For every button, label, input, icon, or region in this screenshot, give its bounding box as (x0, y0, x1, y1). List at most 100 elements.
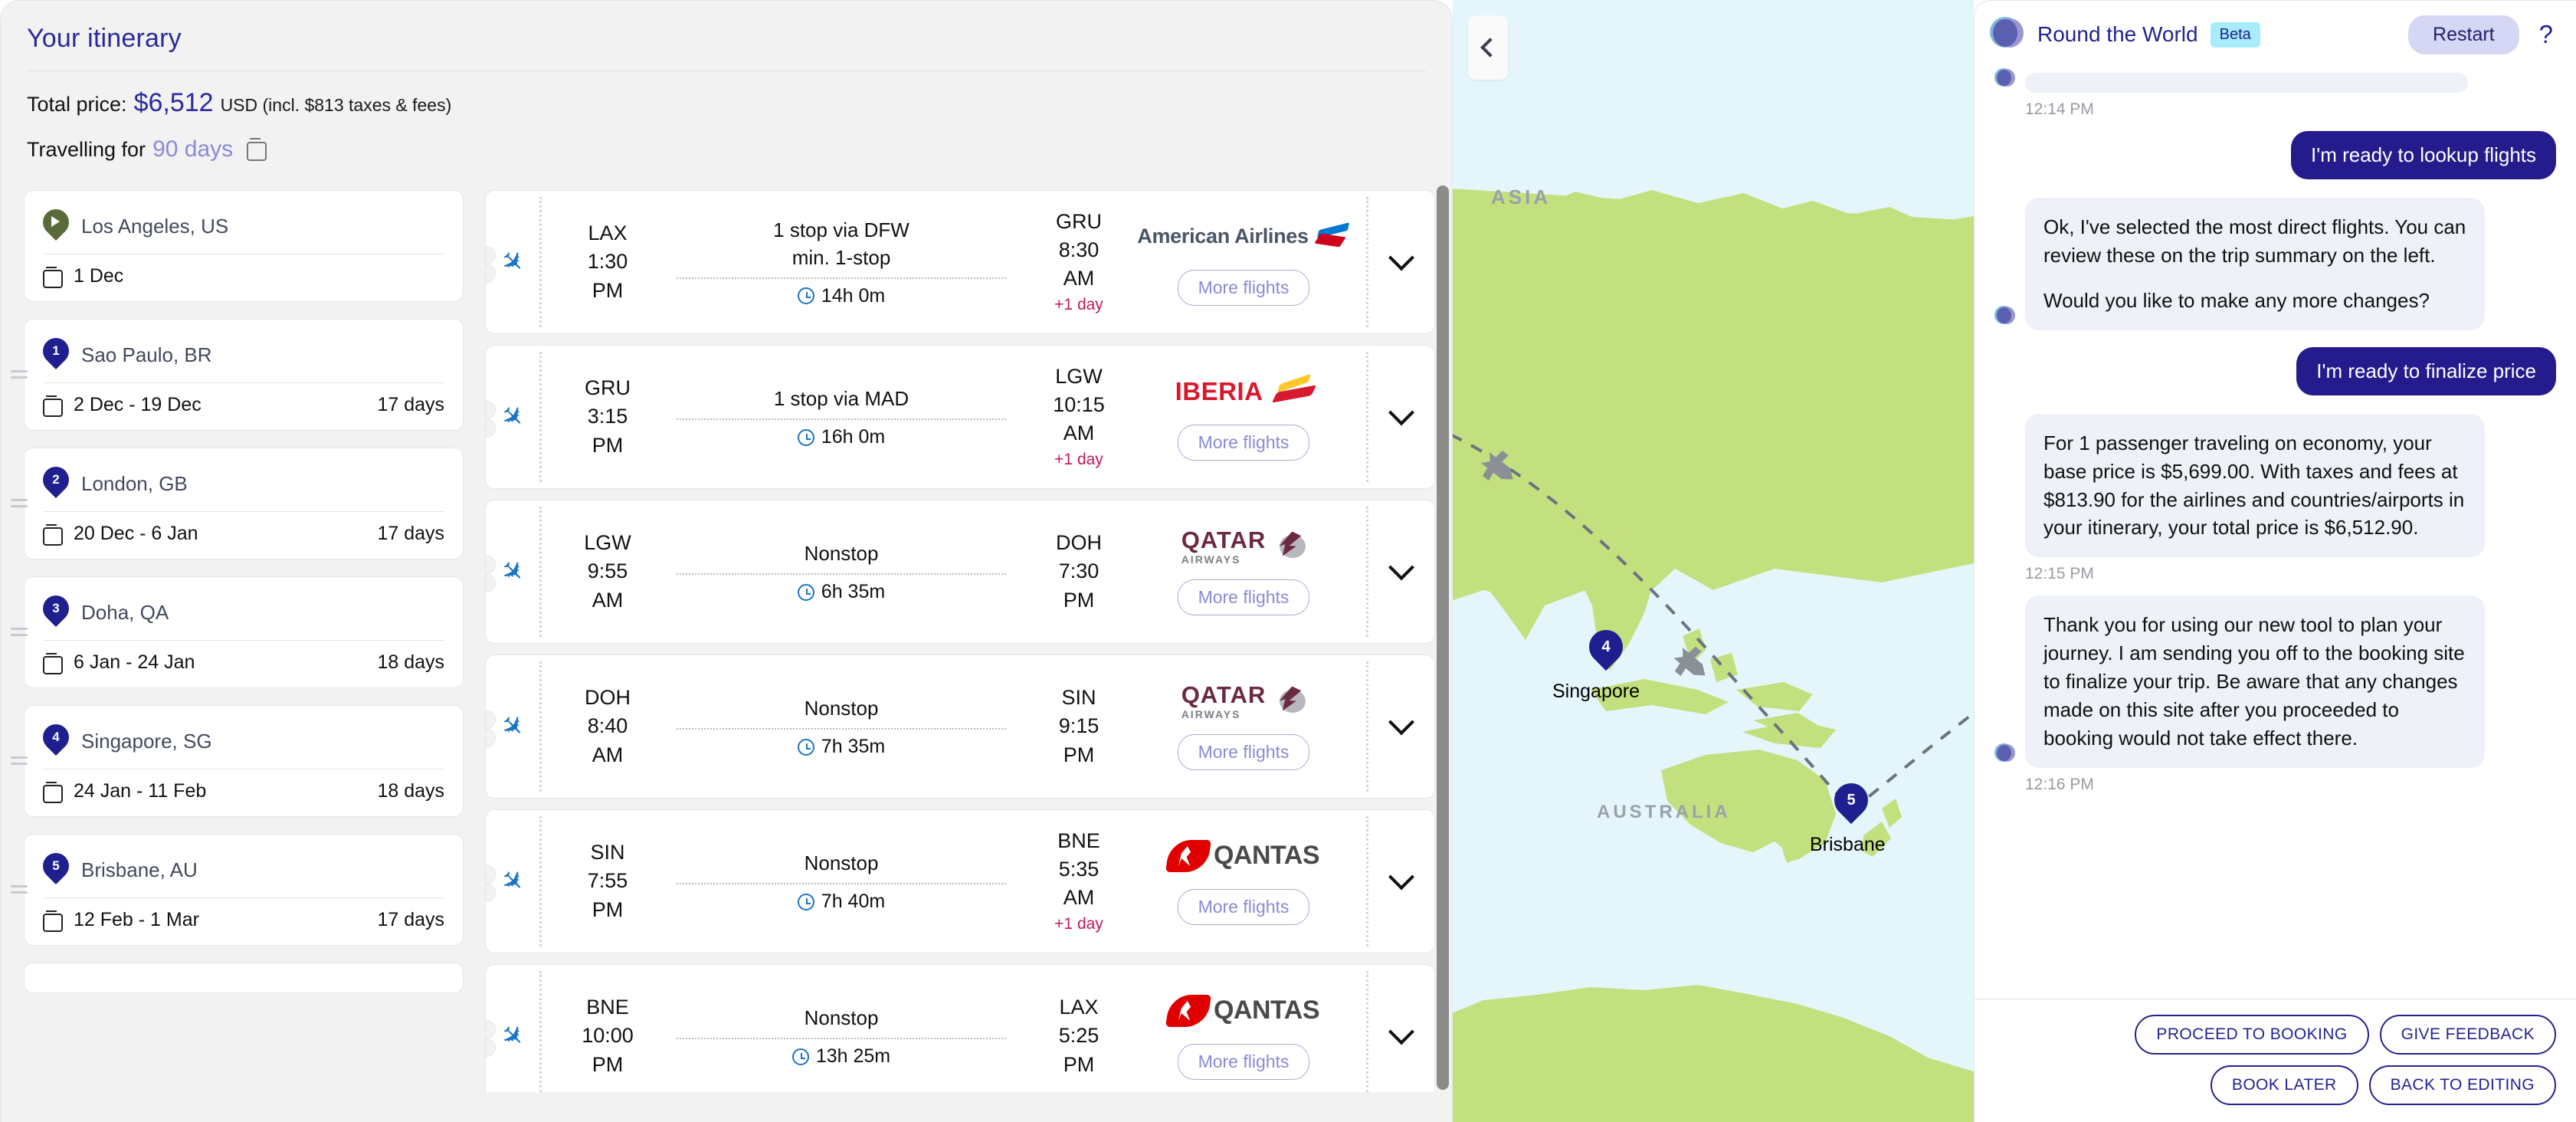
flight-row[interactable]: ✈ DOH 8:40 AM Nonstop 7h 35m SIN 9:15 PM… (485, 654, 1435, 799)
give-feedback-button[interactable]: GIVE FEEDBACK (2379, 1015, 2556, 1055)
arrival-block: LAX 5:25 PM (1029, 993, 1129, 1079)
more-flights-button[interactable]: More flights (1177, 888, 1310, 925)
route-line (677, 277, 1006, 279)
flights-scrollbar[interactable] (1437, 185, 1449, 1090)
more-flights-button[interactable]: More flights (1177, 1043, 1310, 1080)
arrival-airport: LAX (1059, 996, 1099, 1019)
book-later-button[interactable]: BOOK LATER (2210, 1065, 2358, 1105)
expand-flight-button[interactable] (1368, 810, 1434, 953)
drag-handle-icon[interactable] (11, 756, 28, 769)
message-bubble-truncated (2025, 73, 2468, 93)
city-header: 3 Doha, QA (37, 589, 444, 640)
map-pin-icon: 2 (37, 461, 75, 500)
city-days: 17 days (377, 523, 444, 544)
city-card[interactable]: 1 Sao Paulo, BR 2 Dec - 19 Dec 17 days (11, 319, 464, 431)
chevron-left-icon (1480, 38, 1500, 57)
expand-flight-button[interactable] (1368, 346, 1434, 488)
drag-handle-icon[interactable] (11, 628, 28, 640)
drag-handle-icon[interactable] (11, 499, 28, 511)
more-flights-button[interactable]: More flights (1177, 733, 1310, 770)
city-card[interactable]: Los Angeles, US 1 Dec (24, 190, 464, 302)
route-block: Nonstop 7h 40m (654, 850, 1029, 913)
route-block: Nonstop 13h 25m (654, 1005, 1029, 1068)
calendar-icon[interactable] (246, 138, 267, 161)
flight-row[interactable]: ✈ SIN 7:55 PM Nonstop 7h 40m BNE 5:35 AM… (485, 809, 1435, 953)
city-card[interactable]: 5 Brisbane, AU 12 Feb - 1 Mar 17 days (11, 834, 464, 946)
stops-text: 1 stop via DFW (773, 218, 909, 242)
expand-flight-button[interactable] (1368, 965, 1434, 1092)
map-pin-brisbane[interactable]: 5 (1827, 776, 1876, 826)
chat-title: Round the World (2037, 22, 2198, 46)
arrival-time: 5:35 (1058, 857, 1100, 881)
more-flights-button[interactable]: More flights (1177, 269, 1310, 306)
route-line (677, 883, 1006, 885)
flight-row[interactable]: ✈ LGW 9:55 AM Nonstop 6h 35m DOH 7:30 PM… (485, 500, 1435, 644)
departure-block: BNE 10:00 PM (562, 993, 654, 1079)
city-card[interactable]: 4 Singapore, SG 24 Jan - 11 Feb 18 days (11, 705, 464, 817)
message-row-user: I'm ready to finalize price (1994, 346, 2556, 395)
iberia-logo-icon: IBERIA (1175, 373, 1317, 409)
duration-text: 7h 35m (821, 736, 886, 758)
back-to-editing-button[interactable]: BACK TO EDITING (2368, 1065, 2556, 1105)
flight-row[interactable]: ✈ BNE 10:00 PM Nonstop 13h 25m LAX 5:25 … (485, 964, 1435, 1092)
help-icon[interactable]: ? (2532, 20, 2561, 49)
city-card[interactable]: 2 London, GB 20 Dec - 6 Jan 17 days (11, 448, 464, 559)
city-card-partial[interactable] (24, 963, 464, 993)
message-bubble-bot: For 1 passenger traveling on economy, yo… (2025, 413, 2485, 558)
collapse-panel-button[interactable] (1468, 15, 1508, 80)
flight-row[interactable]: ✈ GRU 3:15 PM 1 stop via MAD 16h 0m LGW … (485, 345, 1435, 489)
city-card[interactable]: 3 Doha, QA 6 Jan - 24 Jan 18 days (11, 576, 464, 688)
plane-icon: ✈ (493, 397, 533, 436)
proceed-to-booking-button[interactable]: PROCEED TO BOOKING (2135, 1015, 2369, 1055)
city-dates-row: 20 Dec - 6 Jan 17 days (43, 512, 444, 548)
calendar-icon (43, 781, 63, 803)
city-dates-row: 6 Jan - 24 Jan 18 days (43, 641, 444, 677)
city-dates-row: 24 Jan - 11 Feb 18 days (43, 769, 444, 805)
city-header: 2 London, GB (37, 461, 444, 511)
expand-flight-button[interactable] (1368, 655, 1434, 798)
expand-flight-button[interactable] (1368, 500, 1434, 643)
expand-flight-button[interactable] (1368, 191, 1434, 333)
chat-messages[interactable]: 12:14 PM I'm ready to lookup flights Ok,… (1975, 68, 2576, 999)
message-bubble-bot: Ok, I've selected the most direct flight… (2025, 198, 2485, 330)
avatar (1994, 68, 2016, 90)
chevron-down-icon (1388, 554, 1414, 581)
more-flights-button[interactable]: More flights (1177, 424, 1310, 461)
departure-block: SIN 7:55 PM (562, 838, 654, 924)
stops-text: Nonstop (804, 1006, 879, 1029)
more-flights-button[interactable]: More flights (1177, 579, 1310, 615)
route-block: Nonstop 7h 35m (654, 695, 1029, 758)
stops-text-2: min. 1-stop (791, 245, 891, 269)
world-map[interactable]: ASIA AUSTRALIA 4 Singapore 5 Brisbane (1453, 0, 1974, 1122)
message-paragraph: For 1 passenger traveling on economy, yo… (2043, 431, 2465, 540)
arrival-airport: BNE (1057, 828, 1100, 852)
duration-block: 7h 35m (663, 736, 1020, 758)
departure-ampm: PM (592, 1052, 624, 1076)
map-pin-icon: 3 (37, 589, 75, 629)
city-header: 4 Singapore, SG (37, 718, 444, 769)
scrollbar-thumb[interactable] (1437, 185, 1449, 1090)
map-pin-icon: 5 (37, 847, 75, 887)
flights-list: ✈ LAX 1:30 PM 1 stop via DFW min. 1-stop (485, 184, 1452, 1092)
calendar-icon (43, 266, 63, 288)
drag-handle-icon[interactable] (11, 370, 28, 382)
city-dates: 2 Dec - 19 Dec (74, 394, 202, 415)
departure-time: 7:55 (587, 869, 628, 893)
departure-block: LAX 1:30 PM (562, 219, 654, 305)
message-timestamp: 12:15 PM (2025, 565, 2094, 583)
arrival-time: 9:15 (1058, 714, 1100, 738)
chat-header: Round the World Beta Restart ? (1975, 1, 2576, 68)
departure-block: GRU 3:15 PM (562, 374, 654, 460)
restart-button[interactable]: Restart (2408, 15, 2519, 54)
departure-airport: DOH (585, 686, 631, 710)
avatar (1994, 305, 2016, 327)
departure-airport: LAX (588, 221, 628, 245)
map-pin-singapore[interactable]: 4 (1581, 622, 1630, 673)
duration-block: 7h 40m (663, 891, 1020, 913)
flight-row[interactable]: ✈ LAX 1:30 PM 1 stop via DFW min. 1-stop (485, 190, 1435, 334)
message-row-bot: Ok, I've selected the most direct flight… (1994, 198, 2556, 330)
travelling-days[interactable]: 90 days (152, 136, 233, 162)
airline-name: QANTAS (1213, 996, 1320, 1025)
total-price-label: Total price: (27, 93, 127, 116)
drag-handle-icon[interactable] (11, 885, 28, 897)
